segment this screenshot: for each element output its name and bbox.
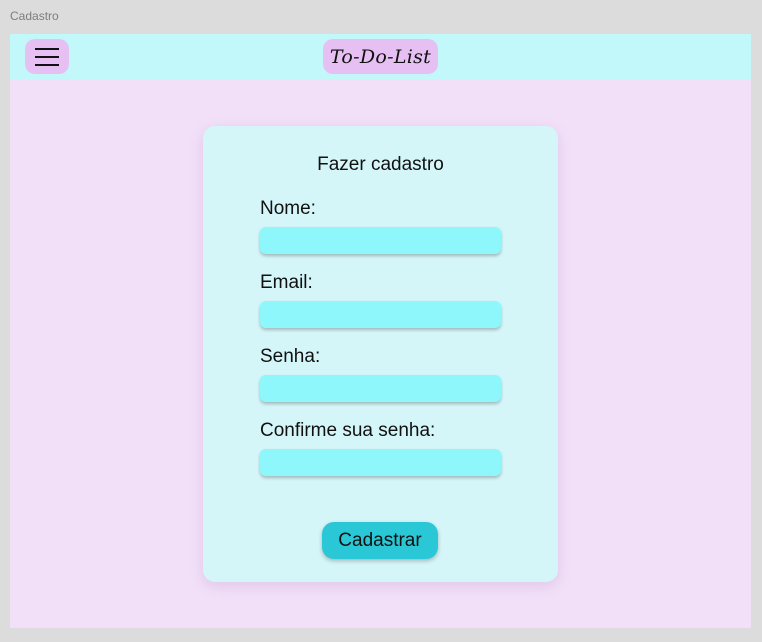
signup-button[interactable]: Cadastrar <box>322 522 438 559</box>
app-frame: To-Do-List Fazer cadastro Nome: Email: S… <box>10 34 751 628</box>
signup-form-card: Fazer cadastro Nome: Email: Senha: Confi… <box>203 126 558 582</box>
password-label: Senha: <box>260 346 321 367</box>
email-label: Email: <box>260 272 313 293</box>
header-bar: To-Do-List <box>10 34 751 79</box>
confirm-password-label: Confirme sua senha: <box>260 420 436 441</box>
confirm-password-input[interactable] <box>260 449 501 476</box>
menu-button[interactable] <box>25 39 69 74</box>
email-input[interactable] <box>260 301 501 328</box>
password-input[interactable] <box>260 375 501 402</box>
frame-label: Cadastro <box>10 9 59 23</box>
name-input[interactable] <box>260 227 501 254</box>
form-title: Fazer cadastro <box>317 154 444 175</box>
app-logo: To-Do-List <box>323 39 438 74</box>
logo-text: To-Do-List <box>329 45 432 68</box>
name-label: Nome: <box>260 198 316 219</box>
